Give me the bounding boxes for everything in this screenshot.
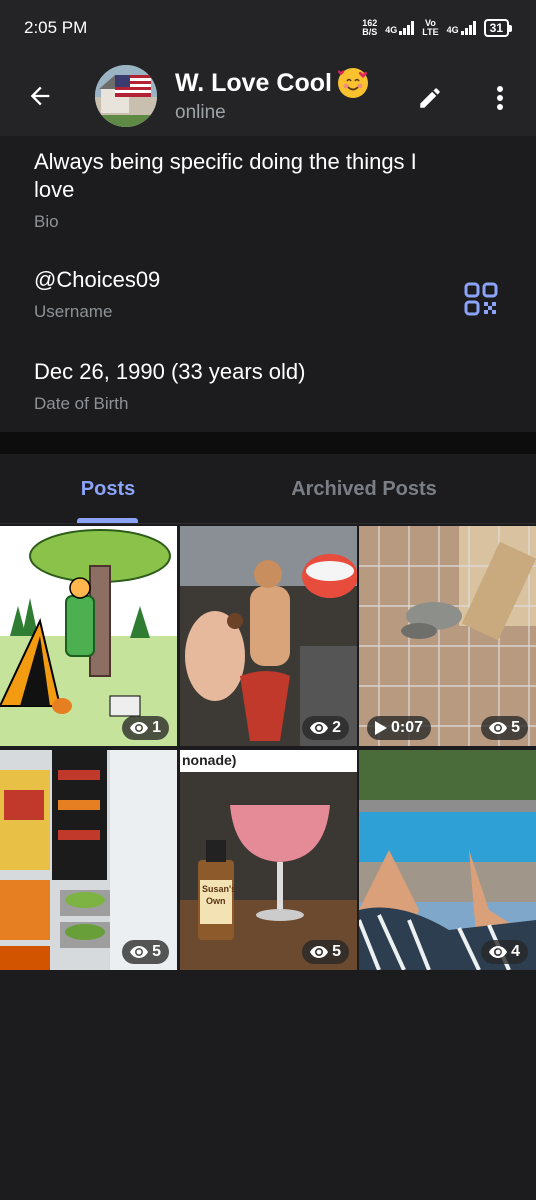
post-thumbnail [359, 526, 536, 746]
view-count: 5 [152, 943, 161, 960]
post-tile[interactable]: 1 [0, 526, 177, 746]
post-thumbnail [180, 526, 357, 746]
qr-code-icon [464, 282, 498, 316]
play-icon [375, 721, 387, 735]
posts-grid: 1 2 0:07 5 5 nonade) Susan's Own 5 4 [0, 526, 536, 970]
sim2-signal-icon: 4G [447, 21, 476, 35]
profile-title: W. Love Cool online [175, 68, 368, 124]
empty-content-area [0, 970, 536, 1200]
post-tile[interactable]: 5 [0, 750, 177, 970]
view-count-badge: 5 [122, 940, 169, 964]
more-vertical-icon [497, 86, 503, 110]
post-thumbnail [0, 526, 177, 746]
active-tab-indicator [77, 518, 138, 523]
view-count: 2 [332, 719, 341, 736]
arrow-left-icon [30, 86, 50, 106]
avatar[interactable] [95, 65, 157, 127]
profile-name: W. Love Cool [175, 68, 332, 97]
view-count-badge: 1 [122, 716, 169, 740]
eye-icon [310, 722, 329, 734]
profile-tabs: Posts Archived Posts [0, 454, 536, 524]
post-thumbnail [0, 750, 177, 970]
tab-archived-posts[interactable]: Archived Posts [216, 454, 512, 524]
view-count-badge: 4 [481, 940, 528, 964]
section-divider [0, 432, 536, 454]
post-tile[interactable]: 2 [180, 526, 357, 746]
status-time: 2:05 PM [24, 18, 88, 37]
profile-name-row: W. Love Cool [175, 68, 368, 98]
username-row[interactable]: @Choices09 Username [34, 266, 456, 322]
dob-label: Date of Birth [34, 394, 129, 413]
network-speed-unit: B/S [362, 27, 378, 37]
post-tile[interactable]: 0:07 5 [359, 526, 536, 746]
post-thumbnail [180, 750, 357, 970]
sim1-network-type: 4G [385, 25, 398, 35]
bottle-label-line2: Own [206, 896, 226, 906]
eye-icon [489, 946, 508, 958]
post-tile[interactable]: nonade) Susan's Own 5 [180, 750, 357, 970]
eye-icon [489, 722, 508, 734]
status-indicators: 162 B/S 4G Vo LTE 4G 31 [362, 19, 512, 37]
post-thumbnail [359, 750, 536, 970]
pencil-icon [420, 88, 440, 108]
username-value: @Choices09 [34, 267, 161, 292]
avatar-image [95, 65, 157, 127]
battery-level: 31 [483, 19, 509, 37]
bio-value: Always being specific doing the things I… [34, 149, 417, 202]
view-count: 4 [511, 943, 520, 960]
network-speed: 162 B/S [362, 19, 377, 37]
video-duration: 0:07 [391, 719, 424, 736]
sim1-signal-icon: 4G [385, 21, 415, 35]
bio-row[interactable]: Always being specific doing the things I… [34, 148, 456, 232]
view-count-badge: 2 [302, 716, 349, 740]
bottle-label-line1: Susan's [202, 884, 237, 894]
view-count: 5 [511, 719, 520, 736]
profile-header: W. Love Cool online [0, 56, 536, 136]
view-count: 5 [332, 943, 341, 960]
dob-row[interactable]: Dec 26, 1990 (33 years old) Date of Birt… [34, 358, 456, 414]
battery-icon: 31 [483, 19, 512, 37]
edit-button[interactable] [410, 78, 450, 118]
back-button[interactable] [0, 56, 80, 136]
sim2-network-type: 4G [446, 25, 459, 35]
post-tile[interactable]: 4 [359, 750, 536, 970]
status-bar: 2:05 PM 162 B/S 4G Vo LTE 4G 31 [0, 0, 536, 56]
post-caption-overlay: nonade) [182, 752, 237, 768]
qr-code-button[interactable] [464, 282, 500, 318]
profile-status: online [175, 102, 226, 123]
volte-icon: Vo LTE [422, 19, 438, 37]
tab-posts[interactable]: Posts [0, 454, 216, 524]
eye-icon [130, 722, 149, 734]
profile-info: Always being specific doing the things I… [0, 136, 536, 516]
username-label: Username [34, 302, 113, 321]
bio-label: Bio [34, 212, 59, 231]
smiling-face-with-hearts-icon [337, 68, 368, 98]
view-count: 1 [152, 719, 161, 736]
eye-icon [310, 946, 329, 958]
more-options-button[interactable] [480, 78, 520, 118]
view-count-badge: 5 [302, 940, 349, 964]
video-duration-badge: 0:07 [367, 716, 432, 740]
dob-value: Dec 26, 1990 (33 years old) [34, 359, 306, 384]
view-count-badge: 5 [481, 716, 528, 740]
volte-sub: LTE [422, 27, 439, 37]
eye-icon [130, 946, 149, 958]
